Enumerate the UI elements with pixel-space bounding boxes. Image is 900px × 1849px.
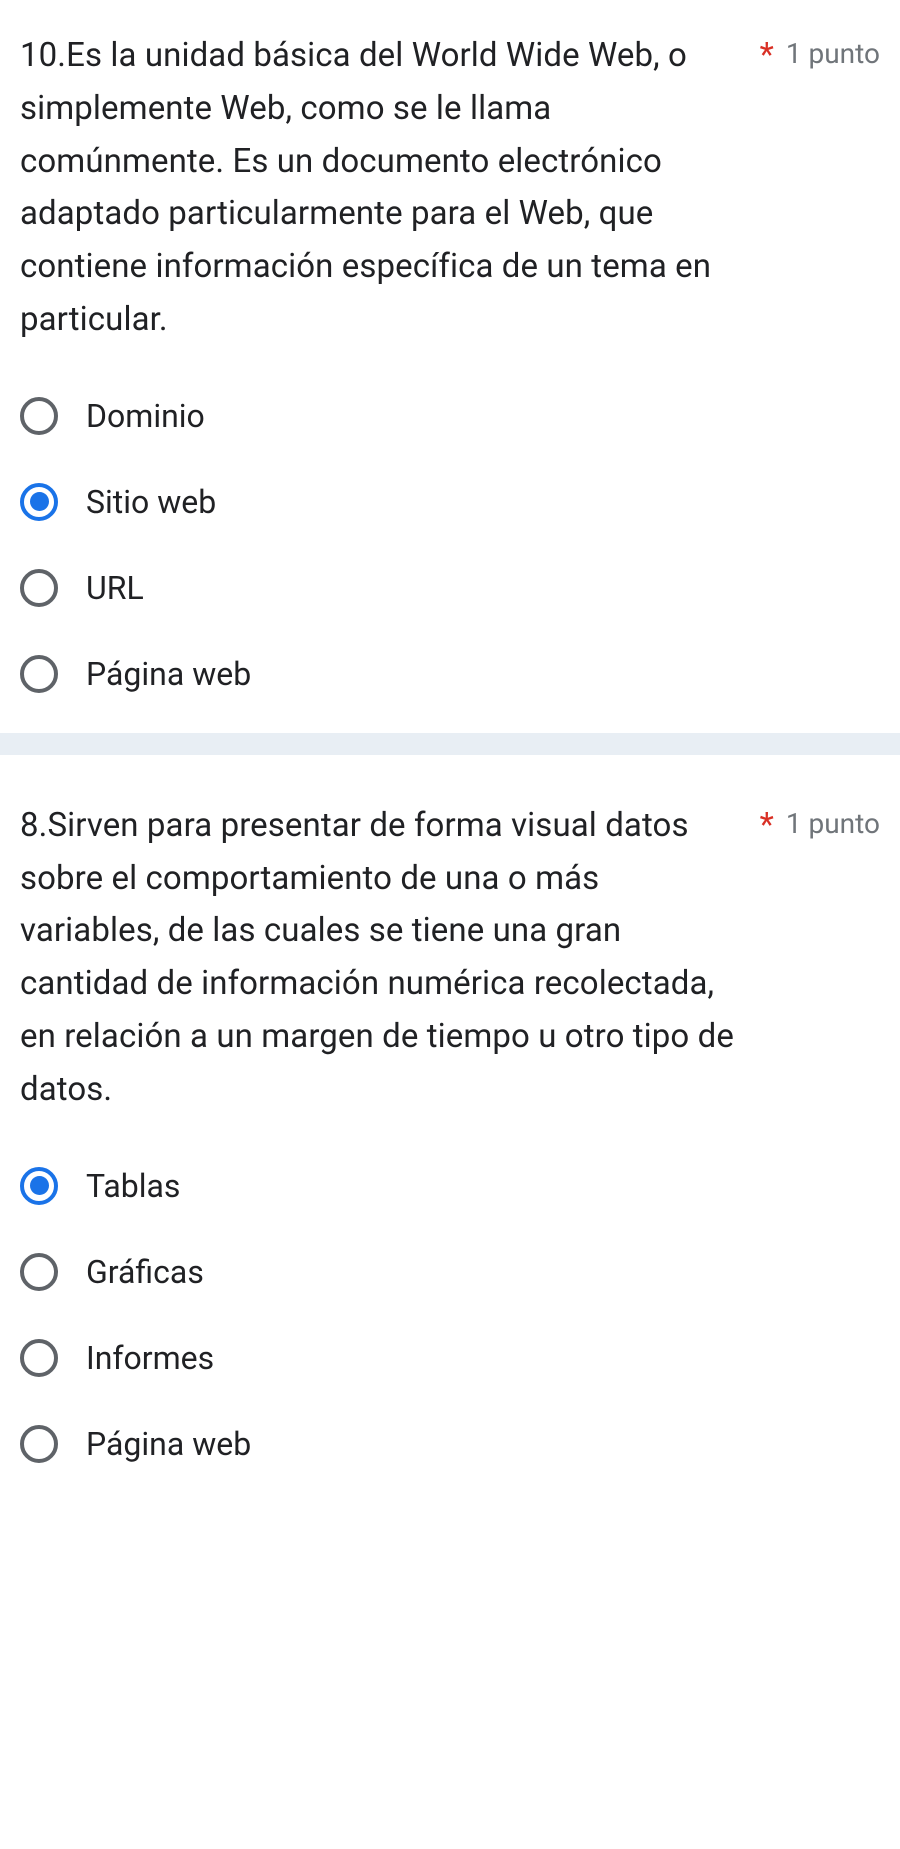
points-label: 1 punto xyxy=(786,30,880,78)
option-graficas[interactable]: Gráficas xyxy=(20,1253,880,1291)
radio-icon xyxy=(20,1339,58,1377)
radio-icon xyxy=(20,397,58,435)
options-group: Dominio Sitio web URL Página web xyxy=(20,397,880,693)
section-divider xyxy=(0,733,900,755)
question-title: 8.Sirven para presentar de forma visual … xyxy=(20,800,744,1117)
option-label: Informes xyxy=(86,1339,214,1377)
question-card-8: 8.Sirven para presentar de forma visual … xyxy=(0,755,900,1503)
option-pagina-web-2[interactable]: Página web xyxy=(20,1425,880,1463)
option-label: URL xyxy=(86,569,144,607)
option-sitio-web[interactable]: Sitio web xyxy=(20,483,880,521)
radio-icon xyxy=(20,1253,58,1291)
option-label: Tablas xyxy=(86,1167,180,1205)
option-label: Dominio xyxy=(86,397,205,435)
points-label: 1 punto xyxy=(786,800,880,848)
option-url[interactable]: URL xyxy=(20,569,880,607)
radio-icon xyxy=(20,483,58,521)
option-label: Página web xyxy=(86,655,251,693)
option-informes[interactable]: Informes xyxy=(20,1339,880,1377)
option-label: Sitio web xyxy=(86,483,216,521)
option-label: Gráficas xyxy=(86,1253,204,1291)
required-asterisk: * xyxy=(760,800,774,853)
radio-icon xyxy=(20,1167,58,1205)
required-asterisk: * xyxy=(760,30,774,83)
option-label: Página web xyxy=(86,1425,251,1463)
question-header: 10.Es la unidad básica del World Wide We… xyxy=(20,30,880,347)
question-title: 10.Es la unidad básica del World Wide We… xyxy=(20,30,744,347)
option-tablas[interactable]: Tablas xyxy=(20,1167,880,1205)
option-dominio[interactable]: Dominio xyxy=(20,397,880,435)
question-card-10: 10.Es la unidad básica del World Wide We… xyxy=(0,0,900,733)
options-group: Tablas Gráficas Informes Página web xyxy=(20,1167,880,1463)
question-header: 8.Sirven para presentar de forma visual … xyxy=(20,800,880,1117)
option-pagina-web[interactable]: Página web xyxy=(20,655,880,693)
radio-icon xyxy=(20,569,58,607)
radio-icon xyxy=(20,1425,58,1463)
radio-icon xyxy=(20,655,58,693)
